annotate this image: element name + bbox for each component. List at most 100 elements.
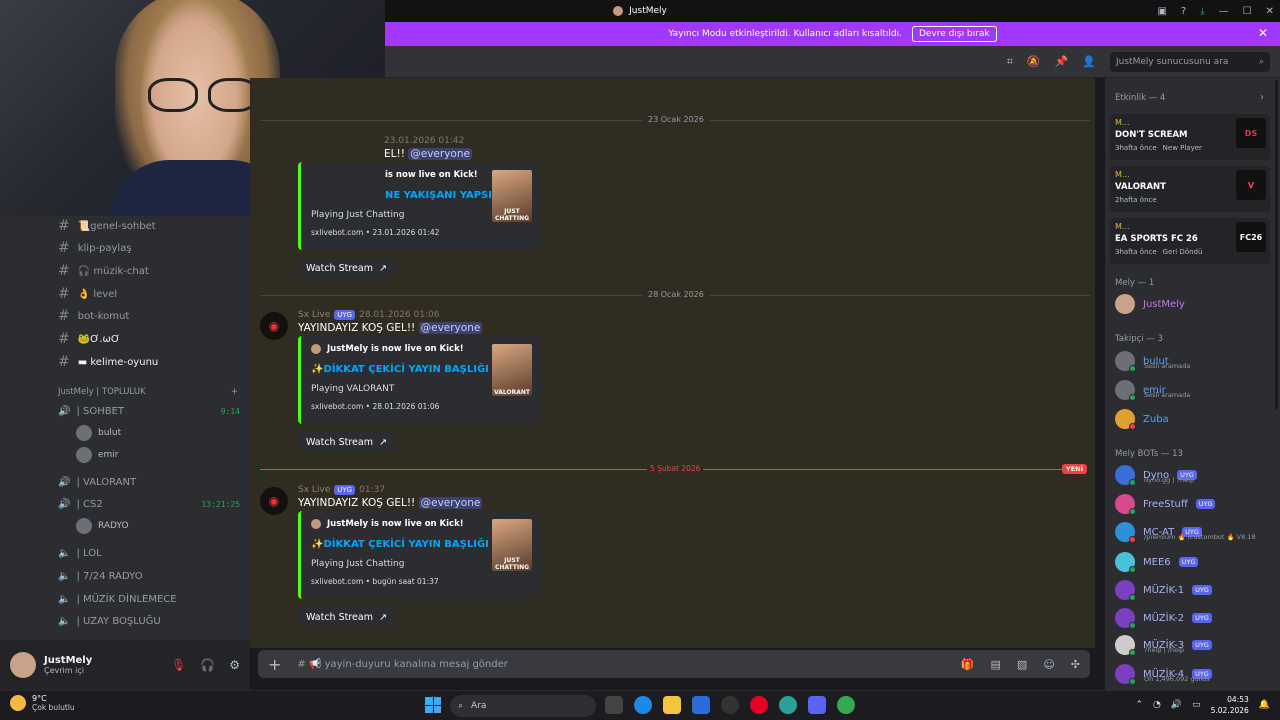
notification-icon[interactable]: 🔔 bbox=[1259, 700, 1270, 710]
github-icon[interactable] bbox=[721, 696, 739, 714]
close-window-button[interactable]: ✕ bbox=[1266, 6, 1274, 17]
member-emir[interactable]: emir Sesli aramada bbox=[1115, 379, 1275, 401]
member-justmely[interactable]: JustMely bbox=[1115, 293, 1275, 315]
help-icon[interactable]: ? bbox=[1181, 6, 1186, 17]
file-explorer-icon[interactable] bbox=[663, 696, 681, 714]
pinterest-icon[interactable] bbox=[750, 696, 768, 714]
download-icon[interactable]: ⤓ bbox=[1200, 6, 1204, 17]
channel-bot-komut[interactable]: # bot-komut bbox=[58, 306, 129, 326]
stream-thumbnail[interactable]: JUST CHATTING bbox=[492, 519, 532, 571]
voice-channel-muzik[interactable]: 🔈 | MÜZİK DİNLEMECE bbox=[58, 589, 240, 609]
gif-icon[interactable]: ▤ bbox=[991, 658, 1001, 671]
channel-muzik-chat[interactable]: # 🎧 müzik-chat bbox=[58, 261, 149, 281]
disable-streamer-mode-button[interactable]: Devre dışı bırak bbox=[911, 26, 997, 42]
member-zuba[interactable]: Zuba bbox=[1115, 408, 1275, 430]
voice-user-radyo[interactable]: RADYO bbox=[76, 516, 129, 536]
author-name[interactable]: Sx Live bbox=[298, 485, 330, 495]
edge-icon[interactable] bbox=[634, 696, 652, 714]
gift-icon[interactable]: 🎁 bbox=[961, 658, 975, 671]
weather-widget[interactable]: 9°C Çok bulutlu bbox=[10, 694, 75, 712]
store-icon[interactable] bbox=[692, 696, 710, 714]
mention[interactable]: @everyone bbox=[418, 497, 483, 509]
member-bot-mc-at[interactable]: MC-AT UYG/premium 🔥 /custombot 🔥 V8.18 bbox=[1115, 521, 1275, 543]
wifi-icon[interactable]: ◔ bbox=[1153, 700, 1161, 710]
member-bot-freestuff[interactable]: FreeStuff UYG bbox=[1115, 493, 1275, 515]
stream-thumbnail[interactable]: VALORANT bbox=[492, 344, 532, 396]
embed-link[interactable]: ✨DİKKAT ÇEKİCİ YAYIN BAŞLIĞI 🚀 bbox=[311, 364, 505, 375]
channel-level[interactable]: # 👌 level bbox=[58, 284, 117, 304]
avatar bbox=[1115, 635, 1136, 656]
notification-bell-icon[interactable]: 🔕 bbox=[1027, 55, 1041, 68]
voice-user-emir[interactable]: emir bbox=[76, 445, 119, 465]
streamer-mode-banner: Yayıncı Modu etkinleştirildi. Kullanıcı … bbox=[385, 22, 1280, 46]
embed-link[interactable]: NE YAKIŞANI YAPSIN!! bbox=[385, 190, 509, 201]
voice-channel-uzay[interactable]: 🔈 | UZAY BOŞLUĞU bbox=[58, 611, 240, 631]
member-bot-muzik-1[interactable]: MÜZİK-1 UYG bbox=[1115, 579, 1275, 601]
bot-avatar[interactable]: ◉ bbox=[260, 312, 288, 340]
voice-channel-valorant[interactable]: 🔊 | VALORANT bbox=[58, 472, 240, 492]
channel-owo[interactable]: # 🐸Ơ.ωƠ bbox=[58, 329, 120, 349]
channel-kelime-oyunu[interactable]: # ▬ kelime-oyunu bbox=[58, 352, 158, 372]
minimize-button[interactable]: — bbox=[1219, 6, 1229, 17]
volume-icon[interactable]: 🔊 bbox=[1171, 700, 1182, 710]
voice-user-bulut[interactable]: bulut bbox=[76, 423, 121, 443]
gear-icon[interactable]: ⚙ bbox=[229, 658, 240, 672]
stream-thumbnail[interactable]: JUST CHATTING bbox=[492, 170, 532, 222]
clock[interactable]: 04:53 5.02.2026 bbox=[1211, 694, 1249, 716]
activity-card[interactable]: M... VALORANT 2hafta önce V bbox=[1110, 166, 1270, 212]
taskbar-search[interactable]: ⌕ Ara bbox=[450, 695, 596, 717]
activity-card[interactable]: M... EA SPORTS FC 26 3hafta önce Geri Dön… bbox=[1110, 218, 1270, 264]
battery-icon[interactable]: ▭ bbox=[1192, 700, 1201, 710]
apps-icon[interactable]: ✣ bbox=[1071, 658, 1080, 671]
member-bot-muzik-2[interactable]: MÜZİK-2 UYG bbox=[1115, 607, 1275, 629]
message-input[interactable]: # 📢 yayin-duyuru kanalına mesaj gönder bbox=[297, 659, 507, 670]
threads-icon[interactable]: ⌗ bbox=[1007, 55, 1013, 69]
voice-channel-lol[interactable]: 🔈 | LOL bbox=[58, 543, 240, 563]
start-button[interactable] bbox=[425, 697, 441, 713]
chevron-right-icon[interactable]: › bbox=[1260, 92, 1264, 103]
task-view-icon[interactable] bbox=[605, 696, 623, 714]
avatar[interactable] bbox=[10, 652, 36, 678]
bot-avatar[interactable]: ◉ bbox=[260, 487, 288, 515]
sticker-icon[interactable]: ▧ bbox=[1017, 658, 1027, 671]
close-icon[interactable]: ✕ bbox=[1258, 26, 1268, 40]
add-attachment-icon[interactable]: + bbox=[268, 655, 281, 674]
speaker-icon: 🔈 bbox=[58, 615, 71, 627]
activity-card[interactable]: M... DON'T SCREAM 3hafta önce New Player … bbox=[1110, 114, 1270, 160]
pin-icon[interactable]: 📌 bbox=[1055, 55, 1069, 68]
member-bulut[interactable]: bulut Sesli aramada bbox=[1115, 350, 1275, 372]
member-bot-muzik-4[interactable]: MÜZİK-4 UYG On 1,496,092 guilds bbox=[1115, 663, 1275, 685]
author-name[interactable]: Sx Live bbox=[298, 310, 330, 320]
chevron-up-icon[interactable]: ⌃ bbox=[1135, 700, 1143, 710]
maximize-button[interactable]: ☐ bbox=[1243, 6, 1252, 17]
mention[interactable]: @everyone bbox=[418, 322, 483, 334]
add-channel-icon[interactable]: + bbox=[231, 387, 238, 397]
watch-stream-button[interactable]: Watch Stream ↗ bbox=[298, 258, 395, 278]
voice-channel-sohbet[interactable]: 🔊 | SOHBET 9:14 bbox=[58, 401, 240, 421]
voice-category[interactable]: JustMely | TOPLULUK + bbox=[58, 387, 238, 397]
discord-icon[interactable] bbox=[808, 696, 826, 714]
watch-stream-button[interactable]: Watch Stream ↗ bbox=[298, 432, 395, 452]
member-list-scrollbar[interactable] bbox=[1275, 80, 1278, 410]
inbox-icon[interactable]: ▣ bbox=[1157, 6, 1166, 17]
member-bot-muzik-3[interactable]: MÜZİK-3 UYG ?help | /help bbox=[1115, 634, 1275, 656]
voice-channel-radyo[interactable]: 🔈 | 7/24 RADYO bbox=[58, 566, 240, 586]
server-search-input[interactable]: JustMely sunucusunu ara ⌕ bbox=[1110, 51, 1270, 72]
app-icon[interactable] bbox=[779, 696, 797, 714]
headphones-icon[interactable]: 🎧 bbox=[200, 658, 215, 672]
embed-link[interactable]: ✨DİKKAT ÇEKİCİ YAYIN BAŞLIĞI 🚀 bbox=[311, 539, 505, 550]
watch-stream-button[interactable]: Watch Stream ↗ bbox=[298, 607, 395, 627]
member-list-icon[interactable]: 👤 bbox=[1082, 55, 1096, 68]
chrome-icon[interactable] bbox=[837, 696, 855, 714]
member-bot-mee6[interactable]: MEE6 UYG bbox=[1115, 551, 1275, 573]
channel-klip-paylas[interactable]: # klip-paylaş bbox=[58, 238, 132, 258]
channel-genel-sohbet[interactable]: # 📜genel-sohbet bbox=[58, 216, 156, 236]
mic-muted-icon[interactable]: 🎙 bbox=[171, 658, 186, 672]
mention[interactable]: @everyone bbox=[408, 148, 472, 160]
avatar bbox=[1115, 580, 1136, 601]
voice-channel-cs2[interactable]: 🔊 | CS2 13:21:25 bbox=[58, 494, 240, 514]
member-bot-dyno[interactable]: Dyno UYG dyno.gg | ?help bbox=[1115, 464, 1275, 486]
external-link-icon: ↗ bbox=[378, 262, 387, 274]
message-composer[interactable]: + # 📢 yayin-duyuru kanalına mesaj gönder… bbox=[258, 650, 1090, 678]
emoji-icon[interactable]: ☺ bbox=[1043, 658, 1054, 671]
